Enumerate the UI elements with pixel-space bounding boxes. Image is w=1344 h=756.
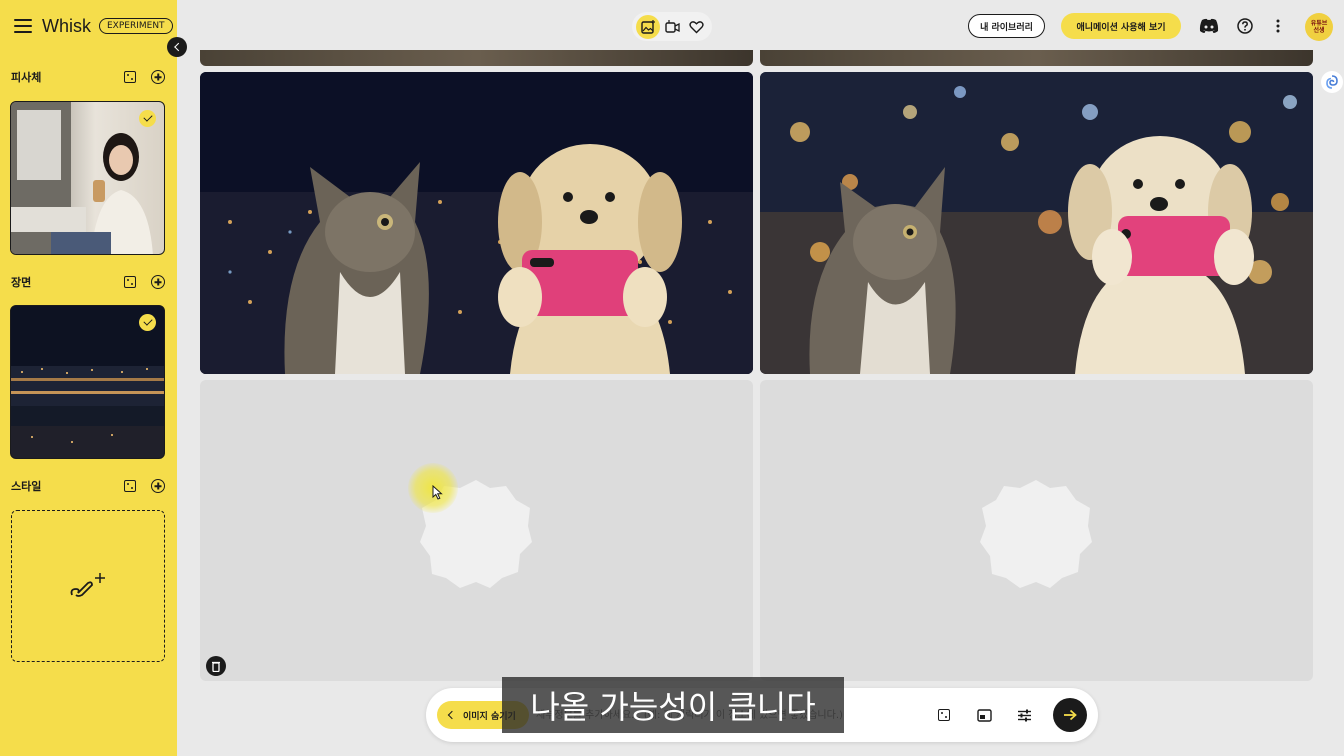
collapse-sidebar-button[interactable]	[167, 37, 187, 57]
random-prompt-button[interactable]	[933, 704, 955, 726]
generated-image-previous-2[interactable]	[760, 50, 1313, 66]
trash-icon	[212, 661, 220, 672]
mouse-cursor-icon	[432, 485, 443, 500]
dice-icon	[124, 480, 136, 492]
settings-sliders-button[interactable]	[1013, 704, 1035, 726]
experiment-badge: EXPERIMENT	[99, 18, 173, 34]
help-button[interactable]	[1234, 15, 1256, 37]
plus-circle-icon	[151, 275, 165, 289]
loading-blob-icon	[980, 480, 1092, 588]
avatar-text-bottom: 선생	[1313, 27, 1325, 34]
generated-image-previous-1[interactable]	[200, 50, 753, 66]
subject-section-header: 피사체	[11, 67, 165, 87]
favorites-button[interactable]	[684, 15, 708, 39]
dice-icon	[124, 276, 136, 288]
style-title: 스타일	[11, 480, 42, 493]
image-mode-button[interactable]	[636, 14, 660, 39]
dice-icon	[124, 71, 136, 83]
subject-title: 피사체	[11, 71, 42, 84]
style-section-header: 스타일	[11, 476, 165, 496]
arrow-right-icon	[1064, 709, 1077, 721]
try-animation-button[interactable]: 애니메이션 사용해 보기	[1061, 13, 1181, 39]
style-random-button[interactable]	[123, 479, 137, 493]
gemini-assistant-button[interactable]	[1321, 71, 1343, 93]
discord-icon	[1199, 18, 1219, 33]
generated-image-1[interactable]	[200, 72, 753, 374]
video-add-icon	[664, 19, 680, 33]
help-icon	[1237, 18, 1253, 34]
my-library-button[interactable]: 내 라이브러리	[968, 14, 1045, 38]
hamburger-menu-icon[interactable]	[14, 19, 32, 33]
heart-icon	[688, 20, 704, 33]
more-vertical-icon	[1276, 19, 1280, 33]
sidebar: Whisk EXPERIMENT 피사체 장면 스타일	[0, 0, 177, 756]
subject-image[interactable]	[10, 101, 165, 255]
mode-switcher	[632, 12, 712, 41]
avatar-text-top: 유튜브	[1310, 20, 1328, 27]
video-mode-button[interactable]	[660, 15, 684, 39]
scene-random-button[interactable]	[123, 275, 137, 289]
plus-circle-icon	[151, 479, 165, 493]
delete-button[interactable]	[206, 656, 226, 676]
subject-add-button[interactable]	[151, 70, 165, 84]
generated-image-2[interactable]	[760, 72, 1313, 374]
more-options-button[interactable]	[1267, 15, 1289, 37]
user-avatar[interactable]: 유튜브 선생	[1305, 13, 1333, 41]
dice-icon	[938, 709, 950, 721]
subject-selected-check-icon	[139, 110, 156, 127]
image-add-icon	[641, 19, 655, 34]
add-style-brush-icon	[70, 573, 105, 597]
scene-title: 장면	[11, 276, 32, 289]
aspect-ratio-button[interactable]	[973, 704, 995, 726]
generating-image-placeholder-2	[760, 380, 1313, 681]
swirl-icon	[1326, 75, 1338, 89]
cat-dog-city-illustration-2	[760, 72, 1313, 374]
generating-image-placeholder-1	[200, 380, 753, 681]
discord-button[interactable]	[1198, 15, 1220, 37]
app-title: Whisk	[42, 15, 91, 36]
style-drop-zone[interactable]	[11, 510, 165, 662]
scene-selected-check-icon	[139, 314, 156, 331]
scene-add-button[interactable]	[151, 275, 165, 289]
scene-section-header: 장면	[11, 272, 165, 292]
aspect-ratio-icon	[976, 708, 992, 722]
sliders-icon	[1017, 709, 1031, 721]
generate-submit-button[interactable]	[1053, 698, 1087, 732]
scene-image[interactable]	[10, 305, 165, 459]
plus-circle-icon	[151, 70, 165, 84]
style-add-button[interactable]	[151, 479, 165, 493]
cat-dog-city-illustration-1	[200, 72, 753, 374]
logo-row: Whisk EXPERIMENT	[14, 14, 173, 38]
video-subtitle: 나올 가능성이 큽니다	[502, 677, 844, 733]
subject-random-button[interactable]	[123, 70, 137, 84]
